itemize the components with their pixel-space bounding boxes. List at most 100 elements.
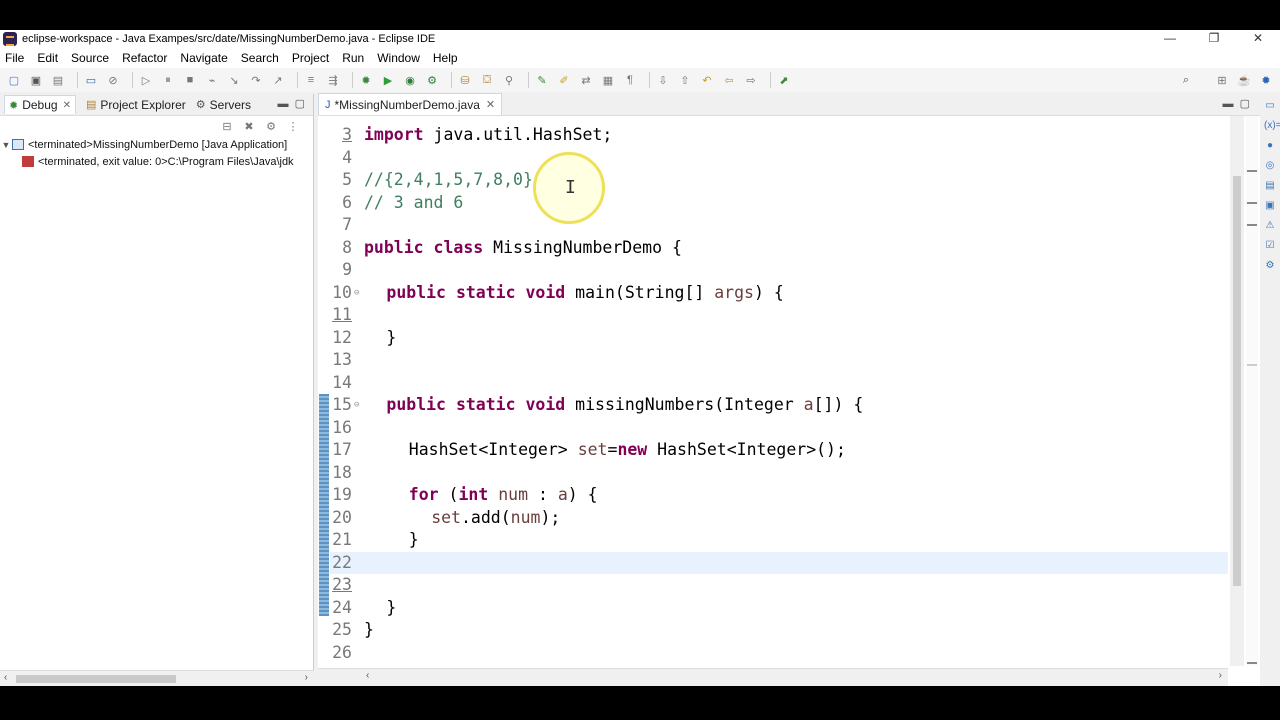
code-line[interactable]: 14 bbox=[330, 372, 1228, 395]
toggle-breadcrumb-icon[interactable]: ⇄ bbox=[578, 72, 594, 88]
pin-editor-icon[interactable]: ⬈ bbox=[776, 72, 792, 88]
tasks-icon[interactable]: ☑ bbox=[1264, 240, 1276, 252]
editor-minimize-maximize[interactable]: ▬ ▢ bbox=[1222, 97, 1250, 110]
fold-toggle-icon[interactable]: ⊖ bbox=[354, 394, 359, 417]
problems-icon[interactable]: ⚠ bbox=[1264, 220, 1276, 232]
run-icon[interactable]: ▶ bbox=[380, 72, 396, 88]
toggle-highlight-icon[interactable]: ✐ bbox=[556, 72, 572, 88]
tab-servers[interactable]: ⚙ Servers bbox=[196, 98, 251, 112]
server-icon[interactable]: ⚙ bbox=[1264, 260, 1276, 272]
scroll-left-icon[interactable]: ‹ bbox=[366, 670, 369, 681]
code-line[interactable]: 6 // 3 and 6 bbox=[330, 192, 1228, 215]
next-annotation-icon[interactable]: ⇩ bbox=[655, 72, 671, 88]
code-line[interactable]: 19 for (int num : a) { bbox=[330, 484, 1228, 507]
menu-refactor[interactable]: Refactor bbox=[122, 51, 167, 65]
block-selection-icon[interactable]: ▦ bbox=[600, 72, 616, 88]
new-java-project-icon[interactable]: ⛁ bbox=[457, 72, 473, 88]
code-line[interactable]: 17 HashSet<Integer> set=new HashSet<Integ… bbox=[330, 439, 1228, 462]
scroll-right-icon[interactable]: › bbox=[1219, 670, 1222, 681]
outline-icon[interactable]: ▤ bbox=[1264, 180, 1276, 192]
code-line[interactable]: 7 bbox=[330, 214, 1228, 237]
menu-navigate[interactable]: Navigate bbox=[180, 51, 227, 65]
scroll-thumb[interactable] bbox=[1233, 176, 1241, 586]
debug-icon[interactable]: ✹ bbox=[358, 72, 374, 88]
code-line[interactable]: 3 import java.util.HashSet; bbox=[330, 124, 1228, 147]
open-perspective-icon[interactable]: ⊞ bbox=[1214, 72, 1230, 88]
save-icon[interactable]: ▣ bbox=[28, 72, 44, 88]
editor-horizontal-scrollbar[interactable]: ‹ › bbox=[318, 668, 1228, 686]
step-return-icon[interactable]: ↗ bbox=[270, 72, 286, 88]
terminal-icon[interactable]: ▭ bbox=[83, 72, 99, 88]
collapse-all-icon[interactable]: ⊟ bbox=[219, 118, 235, 134]
close-icon[interactable]: ✕ bbox=[63, 100, 71, 111]
code-line[interactable]: 21} bbox=[330, 529, 1228, 552]
close-icon[interactable]: ✕ bbox=[486, 98, 495, 111]
horizontal-scrollbar[interactable]: ‹ › bbox=[0, 670, 314, 686]
breakpoints-icon[interactable]: ● bbox=[1264, 140, 1276, 152]
step-into-icon[interactable]: ↘ bbox=[226, 72, 242, 88]
toggle-mark-occurrences-icon[interactable]: ✎ bbox=[534, 72, 550, 88]
remove-all-terminated-icon[interactable]: ✖ bbox=[241, 118, 257, 134]
step-over-icon[interactable]: ↷ bbox=[248, 72, 264, 88]
scroll-right-icon[interactable]: › bbox=[305, 672, 308, 683]
code-line[interactable]: 13 bbox=[330, 349, 1228, 372]
new-icon[interactable]: ▢ bbox=[6, 72, 22, 88]
code-line[interactable]: 8 public class MissingNumberDemo { bbox=[330, 237, 1228, 260]
search-tool-icon[interactable]: ⚲ bbox=[501, 72, 517, 88]
use-step-filters-icon[interactable]: ⇶ bbox=[325, 72, 341, 88]
code-line[interactable]: 16 bbox=[330, 417, 1228, 440]
code-line[interactable]: 24} bbox=[330, 597, 1228, 620]
minimize-button[interactable]: — bbox=[1148, 30, 1192, 48]
menu-run[interactable]: Run bbox=[342, 51, 364, 65]
code-line[interactable]: 26 bbox=[330, 642, 1228, 665]
menu-window[interactable]: Window bbox=[377, 51, 420, 65]
java-ee-perspective-icon[interactable]: ☕ bbox=[1236, 72, 1252, 88]
variables-icon[interactable]: (x)= bbox=[1264, 120, 1280, 132]
open-type-icon[interactable]: ⛋ bbox=[479, 72, 495, 88]
terminate-icon[interactable]: ■ bbox=[182, 72, 198, 88]
menu-search[interactable]: Search bbox=[241, 51, 279, 65]
code-line[interactable]: 23 bbox=[330, 574, 1228, 597]
view-menu-icon[interactable]: ⋮ bbox=[285, 118, 301, 134]
code-area[interactable]: 3 import java.util.HashSet; 4 5 //{2,4,1,5,7… bbox=[318, 116, 1228, 666]
menu-source[interactable]: Source bbox=[71, 51, 109, 65]
restore-icon[interactable]: ▭ bbox=[1264, 100, 1276, 112]
code-line[interactable]: 11 bbox=[330, 304, 1228, 327]
tab-debug[interactable]: ✹ Debug ✕ bbox=[4, 95, 76, 114]
vertical-scrollbar[interactable] bbox=[1230, 116, 1244, 666]
show-whitespace-icon[interactable]: ¶ bbox=[622, 72, 638, 88]
fold-toggle-icon[interactable]: ⊖ bbox=[354, 282, 359, 305]
code-line[interactable]: 5 //{2,4,1,5,7,8,0} bbox=[330, 169, 1228, 192]
view-minimize-maximize[interactable]: ▬ ▢ bbox=[277, 97, 305, 110]
code-line[interactable]: 20 set.add(num); bbox=[330, 507, 1228, 530]
last-edit-location-icon[interactable]: ↶ bbox=[699, 72, 715, 88]
scroll-left-icon[interactable]: ‹ bbox=[4, 672, 7, 683]
tree-item-process[interactable]: <terminated, exit value: 0>C:\Program Fi… bbox=[0, 153, 313, 170]
expand-chevron-icon[interactable]: ▼ bbox=[0, 140, 12, 150]
drop-to-frame-icon[interactable]: ≡ bbox=[303, 72, 319, 88]
code-line[interactable]: 22 bbox=[330, 551, 1228, 574]
suspend-icon[interactable]: ⏸ bbox=[160, 72, 176, 88]
code-line[interactable]: 18 bbox=[330, 462, 1228, 485]
search-icon[interactable]: ⌕ bbox=[1178, 72, 1194, 88]
restore-button[interactable]: ❐ bbox=[1192, 30, 1236, 48]
resume-icon[interactable]: ▷ bbox=[138, 72, 154, 88]
console-icon[interactable]: ▣ bbox=[1264, 200, 1276, 212]
tab-missingnumberdemo[interactable]: J *MissingNumberDemo.java ✕ bbox=[318, 93, 503, 115]
tab-project-explorer[interactable]: ▤ Project Explorer bbox=[86, 98, 186, 112]
back-icon[interactable]: ⇦ bbox=[721, 72, 737, 88]
previous-annotation-icon[interactable]: ⇧ bbox=[677, 72, 693, 88]
menu-help[interactable]: Help bbox=[433, 51, 458, 65]
tree-item-launch[interactable]: ▼ <terminated>MissingNumberDemo [Java Ap… bbox=[0, 136, 313, 153]
close-button[interactable]: ✕ bbox=[1236, 30, 1280, 48]
scroll-thumb[interactable] bbox=[16, 675, 176, 683]
code-line[interactable]: 9 bbox=[330, 259, 1228, 282]
code-line[interactable]: 4 bbox=[330, 147, 1228, 170]
menu-file[interactable]: File bbox=[5, 51, 24, 65]
code-line[interactable]: 25} bbox=[330, 619, 1228, 642]
code-line[interactable]: 15 ⊖ public static void missingNumbers(Int… bbox=[330, 394, 1228, 417]
skip-breakpoints-icon[interactable]: ⊘ bbox=[105, 72, 121, 88]
forward-icon[interactable]: ⇨ bbox=[743, 72, 759, 88]
code-line[interactable]: 10 ⊖ public static void main(String[] args… bbox=[330, 282, 1228, 305]
layout-icon[interactable]: ⚙ bbox=[263, 118, 279, 134]
